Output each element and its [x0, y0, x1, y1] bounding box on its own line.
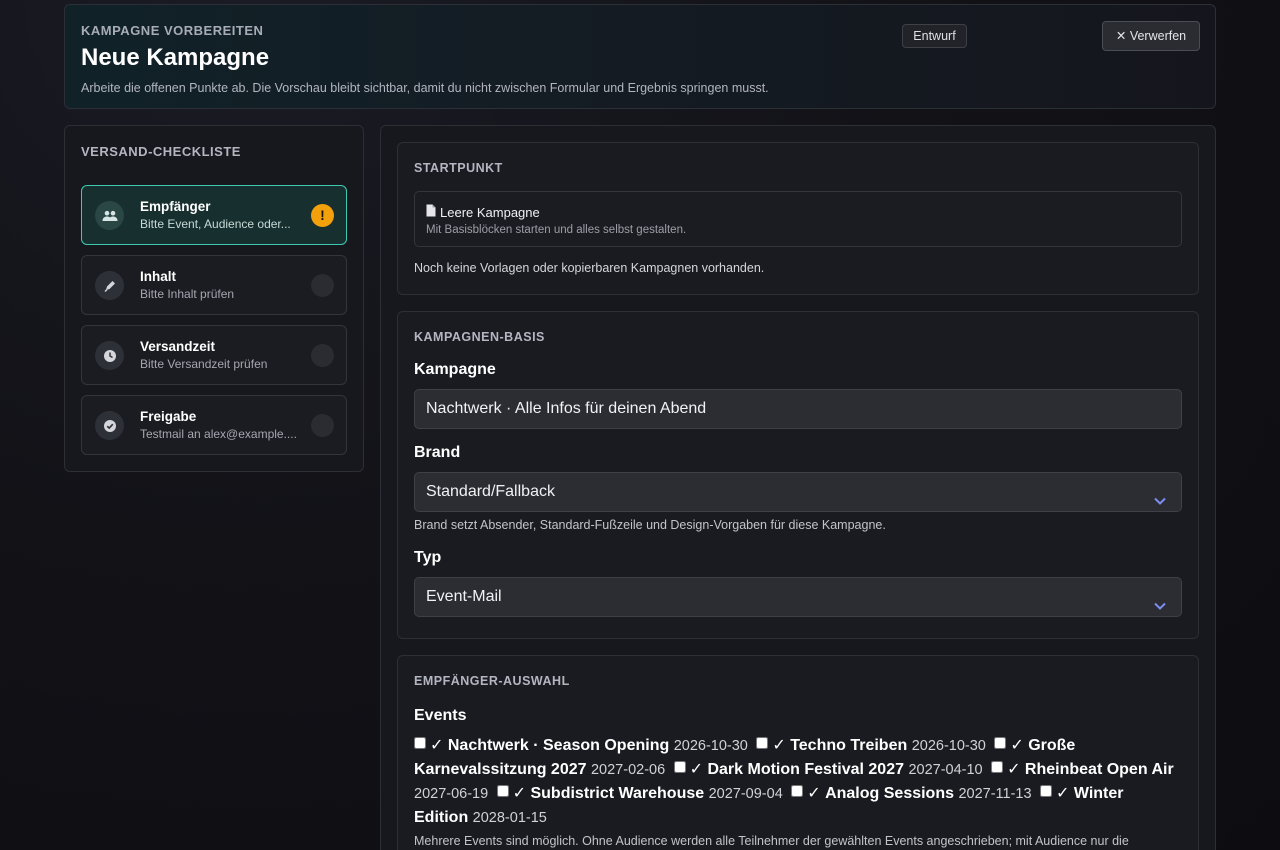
event-date: 2027-04-10 [908, 762, 983, 778]
no-templates-note: Noch keine Vorlagen oder kopierbaren Kam… [414, 261, 765, 275]
event-date: 2027-11-13 [958, 786, 1032, 802]
step-desc: Bitte Versandzeit prüfen [140, 357, 268, 371]
pen-icon [95, 271, 124, 300]
step-desc: Testmail an alex@example.... [140, 427, 297, 441]
recipients-card: EMPFÄNGER-AUSWAHL Events ✓ Nachtwerk · S… [397, 655, 1199, 850]
header-eyebrow: KAMPAGNE VORBEREITEN [81, 23, 264, 38]
event-checkbox[interactable] [673, 761, 686, 773]
chevron-down-icon [1153, 485, 1167, 523]
checkmark-icon: ✓ [512, 785, 527, 802]
brand-hint: Brand setzt Absender, Standard-Fußzeile … [414, 518, 886, 532]
events-label: Events [414, 707, 467, 724]
event-checkbox[interactable] [496, 785, 509, 797]
card-title: KAMPAGNEN-BASIS [414, 330, 545, 344]
type-select[interactable]: Event-Mail [414, 577, 1182, 617]
checkmark-icon: ✓ [772, 737, 786, 754]
event-name: Nachtwerk · Season Opening [447, 737, 670, 754]
event-checkbox[interactable] [756, 737, 769, 749]
event-name: Techno Treiben [790, 737, 908, 754]
event-option[interactable]: ✓ Techno Treiben 2026-10-30 [756, 737, 990, 754]
campaign-name-input[interactable]: Nachtwerk · Alle Infos für deinen Abend [414, 389, 1182, 429]
option-title: Leere Kampagne [440, 204, 540, 220]
brand-label: Brand [414, 444, 461, 461]
event-option[interactable]: ✓ Nachtwerk · Season Opening 2026-10-30 [414, 737, 752, 754]
checklist-step-sendtime[interactable]: Versandzeit Bitte Versandzeit prüfen [81, 325, 347, 385]
status-badge: Entwurf [902, 24, 967, 48]
page-title: Neue Kampagne [81, 44, 270, 71]
checklist-step-recipients[interactable]: Empfänger Bitte Event, Audience oder... … [81, 185, 347, 245]
checkmark-icon: ✓ [1010, 737, 1024, 754]
checkmark-icon: ✓ [807, 785, 821, 802]
event-name: Dark Motion Festival 2027 [707, 761, 904, 778]
status-dot [311, 274, 334, 297]
step-desc: Bitte Inhalt prüfen [140, 287, 235, 301]
card-title: STARTPUNKT [414, 161, 503, 175]
event-checkbox[interactable] [994, 737, 1007, 749]
check-circle-icon [95, 411, 124, 440]
clock-icon [95, 341, 124, 370]
step-desc: Bitte Event, Audience oder... [140, 217, 291, 231]
campaign-label: Kampagne [414, 361, 496, 378]
checklist-step-content[interactable]: Inhalt Bitte Inhalt prüfen [81, 255, 347, 315]
event-date: 2027-02-06 [590, 762, 666, 778]
event-name: Analog Sessions [825, 785, 954, 802]
type-label: Typ [414, 549, 442, 566]
event-option[interactable]: ✓ Subdistrict Warehouse 2027-09-04 [496, 785, 787, 802]
page-subtitle: Arbeite die offenen Punkte ab. Die Vorsc… [81, 81, 769, 95]
page-header: KAMPAGNE VORBEREITEN Neue Kampagne Arbei… [64, 4, 1216, 109]
event-date: 2028-01-15 [472, 810, 547, 826]
event-checkbox[interactable] [791, 785, 804, 797]
checkmark-icon: ✓ [430, 737, 444, 754]
brand-select[interactable]: Standard/Fallback [414, 472, 1182, 512]
event-list: ✓ Nachtwerk · Season Opening 2026-10-30 … [414, 734, 1182, 830]
step-label: Empfänger [140, 199, 211, 214]
step-label: Versandzeit [140, 339, 216, 354]
users-icon [95, 201, 124, 230]
warning-icon: ! [311, 204, 334, 227]
option-desc: Mit Basisblöcken starten und alles selbs… [426, 224, 687, 236]
checklist-title: VERSAND-CHECKLISTE [81, 144, 241, 159]
event-checkbox[interactable] [991, 761, 1004, 773]
checkmark-icon: ✓ [1056, 785, 1070, 802]
event-option[interactable]: ✓ Dark Motion Festival 2027 2027-04-10 [673, 761, 987, 778]
card-title: EMPFÄNGER-AUSWAHL [414, 674, 570, 688]
status-dot [311, 414, 334, 437]
event-option[interactable]: ✓ Analog Sessions 2027-11-13 [791, 785, 1035, 802]
blank-campaign-option[interactable]: Leere Kampagne Mit Basisblöcken starten … [414, 191, 1182, 247]
event-date: 2026-10-30 [673, 738, 748, 754]
brand-select-value: Standard/Fallback [426, 483, 555, 500]
event-date: 2027-09-04 [708, 786, 783, 802]
event-name: Rheinbeat Open Air [1024, 761, 1174, 778]
checkmark-icon: ✓ [689, 761, 704, 778]
document-icon [426, 204, 436, 220]
event-name: Subdistrict Warehouse [530, 785, 705, 802]
status-dot [311, 344, 334, 367]
checklist-step-approval[interactable]: Freigabe Testmail an alex@example.... [81, 395, 347, 455]
step-label: Freigabe [140, 409, 197, 424]
startpoint-card: STARTPUNKT Leere Kampagne Mit Basisblöck… [397, 142, 1199, 295]
campaign-basis-card: KAMPAGNEN-BASIS Kampagne Nachtwerk · All… [397, 311, 1199, 639]
checkmark-icon: ✓ [1007, 761, 1021, 778]
event-checkbox[interactable] [1040, 785, 1053, 797]
type-select-value: Event-Mail [426, 588, 502, 605]
step-label: Inhalt [140, 269, 176, 284]
chevron-down-icon [1153, 590, 1167, 628]
event-date: 2027-06-19 [414, 786, 489, 802]
discard-button[interactable]: ✕ Verwerfen [1102, 21, 1200, 51]
main-panel: STARTPUNKT Leere Kampagne Mit Basisblöck… [380, 125, 1216, 850]
checklist-sidebar: VERSAND-CHECKLISTE Empfänger Bitte Event… [64, 125, 364, 472]
event-checkbox[interactable] [414, 737, 426, 749]
events-footnote: Mehrere Events sind möglich. Ohne Audien… [414, 834, 1129, 848]
event-date: 2026-10-30 [911, 738, 986, 754]
